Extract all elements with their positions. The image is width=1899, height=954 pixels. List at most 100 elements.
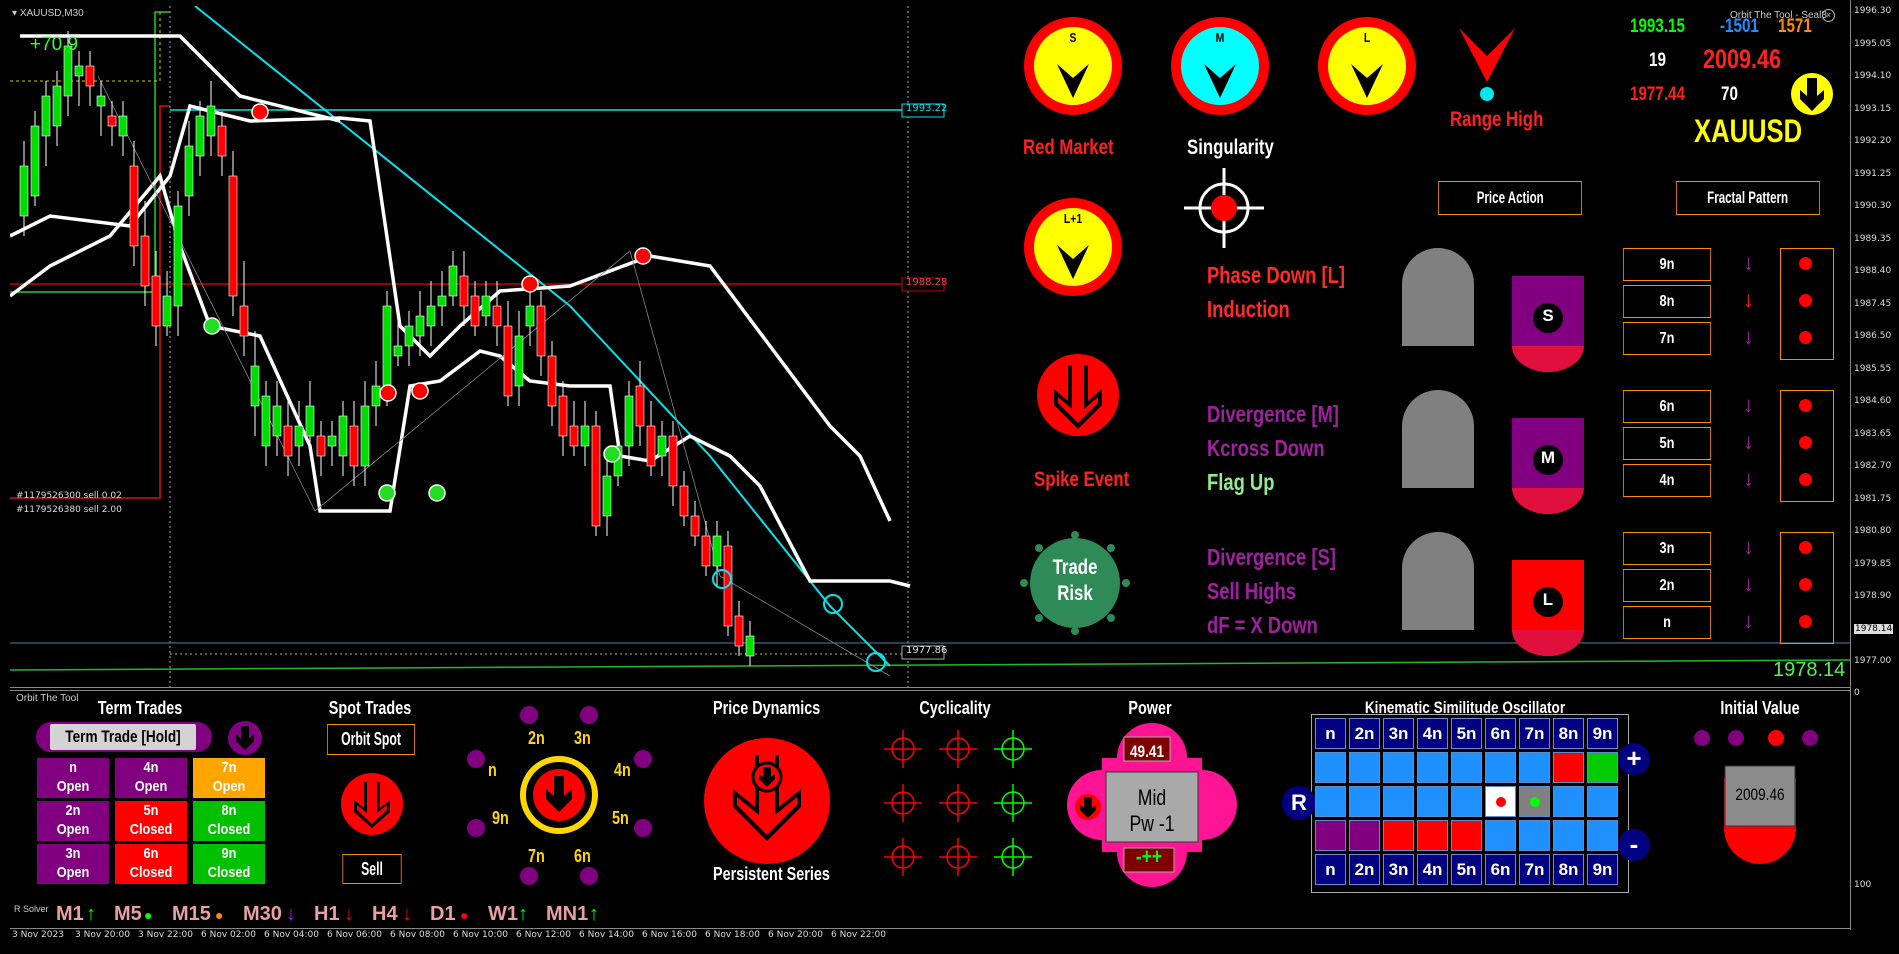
timeframe-signal-icon: ↑ [86,903,96,925]
fractal-pattern-button[interactable]: Fractal Pattern [1676,181,1820,215]
candle-body [195,115,205,157]
term-trade-cell[interactable]: 2n Open [37,801,109,841]
time-axis-tick: 6 Nov 06:00 [327,930,382,940]
fractal-level-box[interactable]: 7n [1623,322,1711,355]
down-arrow-icon: ↓ [1743,429,1754,454]
fractal-level-box[interactable]: n [1623,606,1711,639]
spike-event-label: Spike Event [1034,468,1130,491]
fractal-level-box[interactable]: 6n [1623,390,1711,423]
term-trade-level: n [69,759,77,776]
fractal-level-box[interactable]: 2n [1623,569,1711,602]
cycle-circle-l[interactable]: L [1317,16,1417,116]
fractal-level-box[interactable]: 5n [1623,427,1711,460]
fractal-level-label: 7n [1659,330,1675,347]
term-trade-status: Open [56,821,90,838]
candle-body [239,305,249,337]
down-arrow-icon: ↓ [1743,250,1754,275]
crosshair-icon [1184,168,1264,248]
term-trade-cell[interactable]: n Open [37,758,109,798]
candle-body [250,365,260,407]
term-trade-level: 7n [221,759,237,776]
timeframe-w1[interactable]: W1 [488,903,518,926]
kso-r-button[interactable]: R [1282,786,1316,820]
candle-body [118,115,128,137]
term-trade-status: Closed [207,821,251,838]
cycle-crosshair-icon [992,782,1034,829]
term-trade-cell[interactable]: 8n Closed [193,801,265,841]
kso-header-bottom: 9n [1587,854,1618,885]
price-axis-tick: 1995.05 [1854,38,1892,49]
current-price-big: 1978.14 [1773,659,1846,681]
signal-dot [1799,399,1812,412]
term-trade-cell[interactable]: 3n Open [37,844,109,884]
price-action-button[interactable]: Price Action [1438,181,1582,215]
time-axis-tick: 6 Nov 04:00 [264,930,319,940]
price-axis-tick: 1989.35 [1854,233,1892,244]
crosshair-glyph [939,730,977,768]
candle-body [503,325,513,397]
price-axis-tick: 1982.70 [1854,461,1892,471]
term-trade-cell[interactable]: 7n Open [193,758,265,798]
time-axis-tick: 3 Nov 2023 [12,930,64,940]
cycle-badge-letter: S [1542,306,1554,325]
term-trade-cell[interactable]: 9n Closed [193,844,265,884]
stat-v4: 19 [1649,50,1666,71]
term-down-arrow-icon[interactable] [227,720,263,756]
cycle-circle-s[interactable]: S [1023,16,1123,116]
phase-line-1: Phase Down [L] [1207,262,1346,288]
sell-button[interactable]: Sell [342,854,402,884]
orbit-spot-button[interactable]: Orbit Spot [327,724,415,755]
term-trade-hold-button[interactable]: Term Trade [Hold] [36,722,212,752]
cycle-circle-letter: M [1215,30,1225,45]
term-trade-cell[interactable]: 5n Closed [115,801,187,841]
fractal-level-box[interactable]: 3n [1623,532,1711,565]
timeframe-h4[interactable]: H4 [372,903,398,926]
kso-header-top: 9n [1587,718,1618,749]
cycle-crosshair-icon [882,728,924,775]
time-axis-tick: 6 Nov 20:00 [768,930,823,940]
price-axis-tick: 1994.10 [1854,71,1892,81]
term-trade-level: 8n [221,802,237,819]
candle-body [283,425,293,457]
candle-body [591,425,601,527]
sell-marker [411,382,429,400]
timeframe-m1[interactable]: M1 [56,903,84,926]
signal-dot [1799,615,1812,628]
phase-tombstone [1402,532,1474,630]
sell-marker [251,103,269,121]
price-axis-tick: 1993.15 [1854,103,1892,114]
crosshair-glyph [994,730,1032,768]
term-trade-level: 4n [143,759,159,776]
candle-body [415,315,425,337]
price-axis-tick: 1987.45 [1854,298,1892,309]
stat-v6: 1977.44 [1630,84,1685,105]
term-trade-level: 3n [65,845,81,862]
fractal-level-box[interactable]: 4n [1623,464,1711,497]
fractal-level-label: 4n [1659,472,1675,489]
signal-dot [1799,436,1812,449]
term-trade-cell[interactable]: 6n Closed [115,844,187,884]
close-icon[interactable]: × [1822,9,1835,22]
cycle-circle-l+1[interactable]: L+1 [1023,197,1123,297]
candle-body [624,395,634,447]
signal-dot [1799,331,1812,344]
cycle-circle-m[interactable]: M [1170,16,1270,116]
timeframe-d1[interactable]: D1 [430,903,456,926]
timeframe-m5[interactable]: M5 [114,903,142,926]
kso-minus-button[interactable]: - [1618,829,1650,861]
timeframe-m30[interactable]: M30 [243,903,282,926]
kso-header-bottom: n [1315,854,1346,885]
timeframe-h1[interactable]: H1 [314,903,340,926]
kso-header-bottom: 6n [1485,854,1516,885]
timeframe-mn1[interactable]: MN1 [546,903,588,926]
cycle-crosshair-icon [882,836,924,883]
price-axis-tick: 1991.25 [1854,168,1892,179]
term-trade-cell[interactable]: 4n Open [115,758,187,798]
kso-cell [1349,786,1380,817]
kso-cell [1349,820,1380,851]
fractal-level-box[interactable]: 8n [1623,285,1711,318]
candle-body [85,65,95,87]
fractal-level-box[interactable]: 9n [1623,248,1711,281]
kso-plus-button[interactable]: + [1618,743,1650,775]
timeframe-m15[interactable]: M15 [172,903,211,926]
